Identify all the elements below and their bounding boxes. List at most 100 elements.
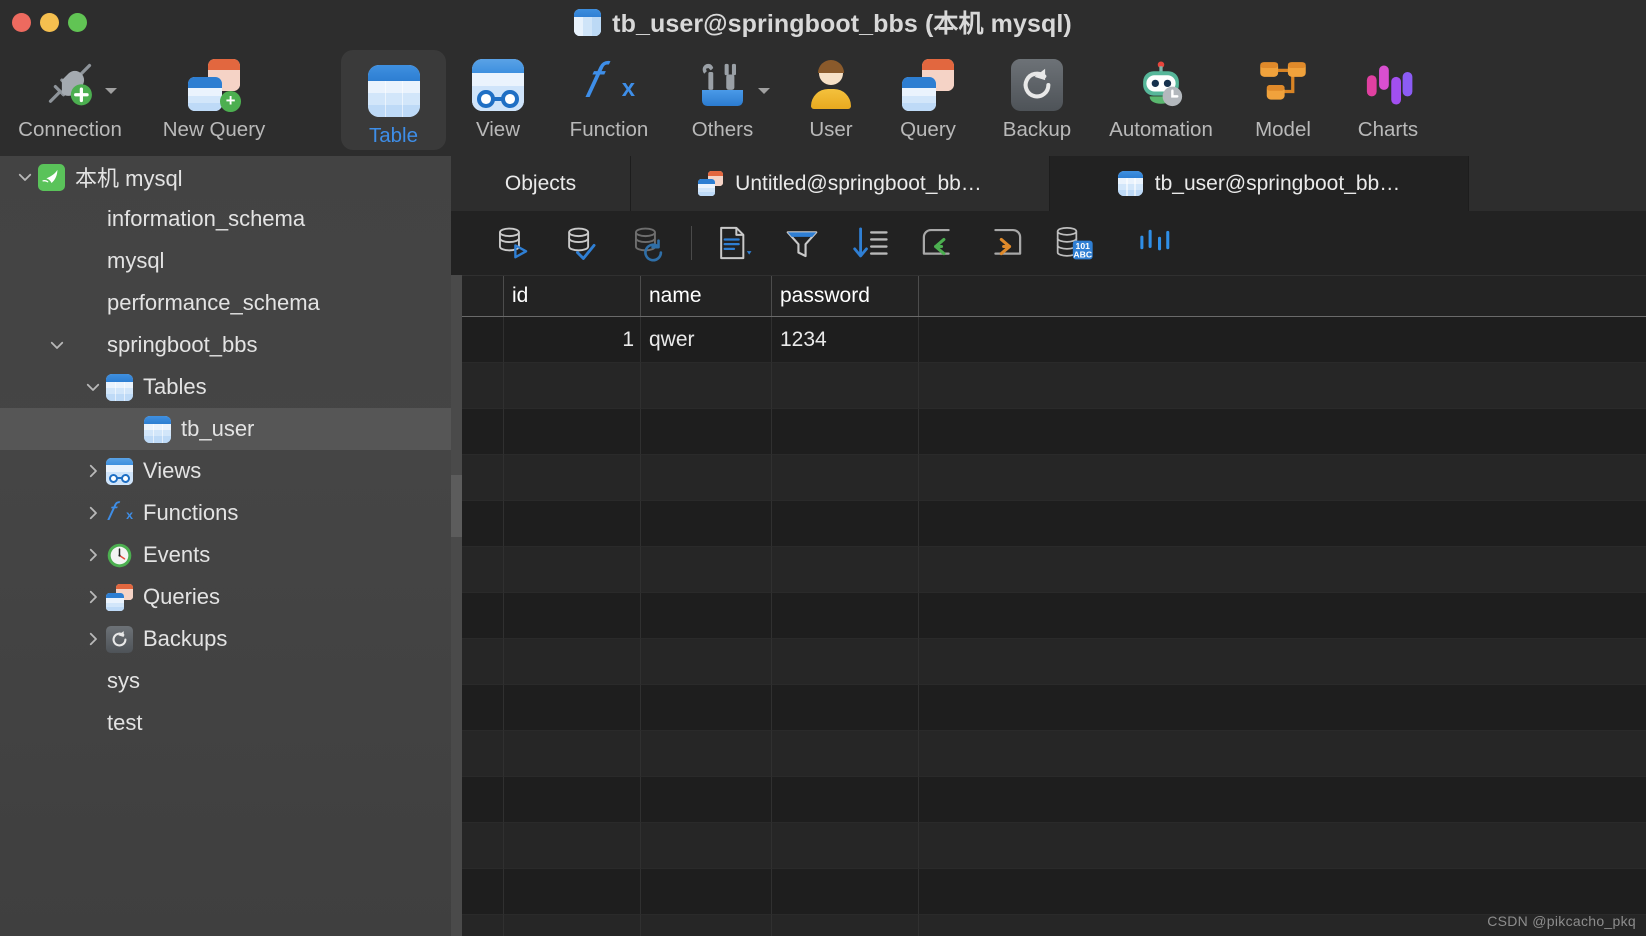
row-selector-cell[interactable]: [462, 547, 504, 593]
toolbar-button-backup[interactable]: Backup: [982, 44, 1092, 156]
close-button[interactable]: [12, 13, 31, 32]
cell-empty[interactable]: [641, 409, 772, 455]
table-row[interactable]: [462, 915, 1646, 936]
toolbar-button-others[interactable]: Others: [665, 44, 780, 156]
grid-toolbar-sort-button[interactable]: [836, 211, 904, 275]
cell-empty[interactable]: [641, 593, 772, 639]
grid-toolbar-charset-button[interactable]: 101 ABC: [1040, 211, 1108, 275]
row-selector-cell[interactable]: [462, 685, 504, 731]
chevron-right-icon[interactable]: [80, 584, 106, 610]
table-row[interactable]: [462, 593, 1646, 639]
cell-empty[interactable]: [641, 731, 772, 777]
cell-empty[interactable]: [641, 363, 772, 409]
table-row[interactable]: [462, 731, 1646, 777]
cell-empty[interactable]: [641, 777, 772, 823]
cell-empty[interactable]: [641, 639, 772, 685]
grid-toolbar-begin-transaction-button[interactable]: [479, 211, 547, 275]
column-header-name[interactable]: name: [641, 276, 772, 316]
cell-empty[interactable]: [772, 409, 919, 455]
grid-corner-cell[interactable]: [462, 276, 504, 316]
chevron-right-icon[interactable]: [80, 458, 106, 484]
tab-tb-user-springboot-bb[interactable]: tb_user@springboot_bb…: [1050, 156, 1469, 211]
row-selector-cell[interactable]: [462, 317, 504, 363]
cell-empty[interactable]: [772, 501, 919, 547]
cell-empty[interactable]: [772, 869, 919, 915]
sidebar-item-sys[interactable]: sys: [0, 660, 451, 702]
sidebar-item-tb_user[interactable]: tb_user: [0, 408, 451, 450]
grid-vertical-scrollbar[interactable]: [451, 275, 462, 936]
object-tree-sidebar[interactable]: 本机 mysql information_schema mysql performan…: [0, 156, 451, 936]
cell-empty[interactable]: [641, 455, 772, 501]
sidebar-item-test[interactable]: test: [0, 702, 451, 744]
grid-toolbar-commit-button[interactable]: [547, 211, 615, 275]
chevron-down-icon[interactable]: [105, 88, 117, 94]
sidebar-item-events[interactable]: Events: [0, 534, 451, 576]
chevron-right-icon[interactable]: [80, 542, 106, 568]
sidebar-item-functions[interactable]: 𝑓 x Functions: [0, 492, 451, 534]
toolbar-button-model[interactable]: Model: [1230, 44, 1336, 156]
cell-empty[interactable]: [772, 547, 919, 593]
cell-empty[interactable]: [641, 869, 772, 915]
sidebar-item-views[interactable]: Views: [0, 450, 451, 492]
cell-empty[interactable]: [772, 915, 919, 936]
chevron-right-icon[interactable]: [80, 500, 106, 526]
cell-empty[interactable]: [504, 455, 641, 501]
toolbar-button-automation[interactable]: Automation: [1090, 44, 1232, 156]
row-selector-cell[interactable]: [462, 501, 504, 547]
row-selector-cell[interactable]: [462, 639, 504, 685]
cell-empty[interactable]: [641, 685, 772, 731]
sidebar-item-backups[interactable]: Backups: [0, 618, 451, 660]
cell-empty[interactable]: [504, 823, 641, 869]
table-row[interactable]: [462, 639, 1646, 685]
cell-empty[interactable]: [641, 915, 772, 936]
row-selector-cell[interactable]: [462, 593, 504, 639]
sidebar-item-tables[interactable]: Tables: [0, 366, 451, 408]
toolbar-button-table[interactable]: Table: [341, 50, 446, 150]
cell-empty[interactable]: [641, 547, 772, 593]
tab-objects[interactable]: Objects: [451, 156, 631, 211]
chevron-down-icon[interactable]: [80, 374, 106, 400]
tab-untitled-springboot-bb[interactable]: Untitled@springboot_bb…: [631, 156, 1050, 211]
grid-toolbar-chart-view-button[interactable]: [1122, 211, 1190, 275]
cell-id[interactable]: 1: [504, 317, 641, 363]
toolbar-button-connection[interactable]: Connection: [8, 44, 132, 156]
table-row[interactable]: [462, 455, 1646, 501]
cell-empty[interactable]: [772, 731, 919, 777]
grid-toolbar-rollback-button[interactable]: [615, 211, 683, 275]
cell-empty[interactable]: [504, 639, 641, 685]
cell-empty[interactable]: [504, 501, 641, 547]
toolbar-button-user[interactable]: User: [778, 44, 884, 156]
cell-empty[interactable]: [772, 685, 919, 731]
cell-password[interactable]: 1234: [772, 317, 919, 363]
scrollbar-thumb[interactable]: [451, 475, 462, 537]
minimize-button[interactable]: [40, 13, 59, 32]
table-row[interactable]: [462, 409, 1646, 455]
cell-empty[interactable]: [772, 593, 919, 639]
cell-empty[interactable]: [641, 823, 772, 869]
table-row[interactable]: [462, 777, 1646, 823]
toolbar-button-charts[interactable]: Charts: [1333, 44, 1443, 156]
zoom-button[interactable]: [68, 13, 87, 32]
toolbar-button-query[interactable]: Query: [872, 44, 984, 156]
cell-name[interactable]: qwer: [641, 317, 772, 363]
row-selector-cell[interactable]: [462, 823, 504, 869]
chevron-down-icon[interactable]: [44, 332, 70, 358]
cell-empty[interactable]: [504, 363, 641, 409]
table-row[interactable]: [462, 547, 1646, 593]
cell-empty[interactable]: [772, 363, 919, 409]
table-row[interactable]: [462, 823, 1646, 869]
cell-empty[interactable]: [504, 547, 641, 593]
chevron-down-icon[interactable]: [757, 88, 770, 94]
table-row[interactable]: [462, 363, 1646, 409]
table-row[interactable]: 1 qwer 1234: [462, 317, 1646, 363]
cell-empty[interactable]: [504, 869, 641, 915]
toolbar-button-function[interactable]: 𝑓 x Function: [546, 44, 672, 156]
data-grid[interactable]: id name password 1 qwer 1234 CSDN @pikcacho_p…: [451, 275, 1646, 936]
cell-empty[interactable]: [504, 731, 641, 777]
grid-toolbar-export-wizard-button[interactable]: [972, 211, 1040, 275]
grid-toolbar-filter-button[interactable]: [768, 211, 836, 275]
grid-toolbar-filter-wizard-button[interactable]: [700, 211, 768, 275]
sidebar-item-本机-mysql[interactable]: 本机 mysql: [0, 156, 451, 198]
sidebar-item-performance_schema[interactable]: performance_schema: [0, 282, 451, 324]
sidebar-item-springboot_bbs[interactable]: springboot_bbs: [0, 324, 451, 366]
